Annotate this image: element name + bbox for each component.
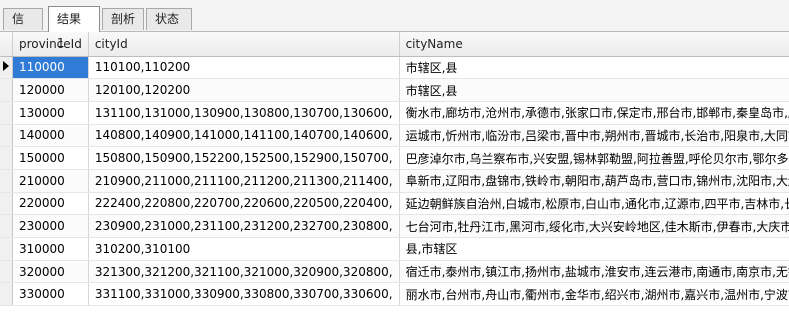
cell-provinceid[interactable]: 150000 (12, 146, 89, 170)
table-row[interactable]: 220000 222400,220800,220700,220600,220500… (0, 192, 789, 216)
table-row[interactable]: 120000 120100,120200 市辖区,县 (0, 78, 789, 102)
tab-status[interactable]: 状态 (146, 8, 192, 30)
result-grid[interactable]: provinceId cityId cityName 110000 110100,… (0, 32, 789, 312)
row-selector[interactable] (0, 282, 13, 307)
cell-cityname[interactable]: 巴彦淖尔市,乌兰察布市,兴安盟,锡林郭勒盟,阿拉善盟,呼伦贝尔市,鄂尔多斯市 (399, 146, 789, 170)
table-row[interactable]: 310000 310200,310100 县,市辖区 (0, 237, 789, 261)
row-selector[interactable] (0, 146, 13, 170)
row-selector[interactable] (0, 78, 13, 102)
cell-provinceid[interactable]: 330000 (12, 282, 89, 307)
row-selector[interactable] (0, 192, 13, 216)
table-row[interactable]: 130000 131100,131000,130900,130800,130700… (0, 101, 789, 125)
row-selector[interactable] (0, 101, 13, 125)
column-header-provinceid[interactable]: provinceId (12, 32, 89, 57)
table-row[interactable]: 330000 331100,331000,330900,330800,330700… (0, 282, 789, 307)
row-selector[interactable] (0, 260, 13, 284)
cell-cityname[interactable]: 延边朝鲜族自治州,白城市,松原市,白山市,通化市,辽源市,四平市,吉林市,长春市 (399, 192, 789, 216)
table-row[interactable]: 230000 230900,231000,231100,231200,232700… (0, 214, 789, 238)
cell-cityid[interactable]: 150800,150900,152200,152500,152900,15070… (88, 146, 400, 170)
header-row: provinceId cityId cityName (0, 32, 789, 57)
cell-cityid[interactable]: 140800,140900,141000,141100,140700,14060… (88, 124, 400, 148)
row-selector[interactable] (0, 237, 13, 261)
row-selector[interactable] (0, 124, 13, 148)
cell-provinceid[interactable]: 210000 (12, 169, 89, 193)
cell-cityname[interactable]: 市辖区,县 (399, 56, 789, 80)
cell-cityname[interactable]: 七台河市,牡丹江市,黑河市,绥化市,大兴安岭地区,佳木斯市,伊春市,大庆市,双鸭… (399, 214, 789, 238)
cell-provinceid[interactable]: 310000 (12, 237, 89, 261)
result-table: provinceId cityId cityName 110000 110100,… (0, 32, 789, 307)
cell-cityid[interactable]: 321300,321200,321100,321000,320900,32080… (88, 260, 400, 284)
cell-provinceid[interactable]: 140000 (12, 124, 89, 148)
cell-cityname[interactable]: 阜新市,辽阳市,盘锦市,铁岭市,朝阳市,葫芦岛市,营口市,锦州市,沈阳市,大连市 (399, 169, 789, 193)
table-row[interactable]: 140000 140800,140900,141000,141100,140700… (0, 124, 789, 148)
table-row[interactable]: 110000 110100,110200 市辖区,县 (0, 56, 789, 80)
cell-cityid[interactable]: 120100,120200 (88, 78, 400, 102)
table-row[interactable]: 320000 321300,321200,321100,321000,320900… (0, 260, 789, 284)
cell-cityname[interactable]: 宿迁市,泰州市,镇江市,扬州市,盐城市,淮安市,连云港市,南通市,南京市,无锡市 (399, 260, 789, 284)
cell-cityname[interactable]: 衡水市,廊坊市,沧州市,承德市,张家口市,保定市,邢台市,邯郸市,秦皇岛市,唐山… (399, 101, 789, 125)
tab-result-1[interactable]: 结果 1 (48, 6, 100, 50)
cell-provinceid[interactable]: 130000 (12, 101, 89, 125)
cell-cityid[interactable]: 222400,220800,220700,220600,220500,22040… (88, 192, 400, 216)
table-row[interactable]: 150000 150800,150900,152200,152500,152900… (0, 146, 789, 170)
cell-cityid[interactable]: 210900,211000,211100,211200,211300,21140… (88, 169, 400, 193)
current-row-arrow-icon (3, 61, 9, 72)
row-header-corner (0, 32, 13, 57)
row-selector[interactable] (0, 214, 13, 238)
table-row[interactable]: 210000 210900,211000,211100,211200,211300… (0, 169, 789, 193)
cell-cityname[interactable]: 市辖区,县 (399, 78, 789, 102)
column-header-cityid[interactable]: cityId (88, 32, 400, 57)
cell-provinceid[interactable]: 320000 (12, 260, 89, 284)
column-header-cityname[interactable]: cityName (399, 32, 789, 57)
tab-info[interactable]: 信息 (3, 8, 43, 47)
row-selector[interactable] (0, 169, 13, 193)
cell-provinceid[interactable]: 110000 (12, 56, 89, 80)
tab-profile[interactable]: 剖析 (102, 8, 144, 30)
cell-cityid[interactable]: 310200,310100 (88, 237, 400, 261)
cell-provinceid[interactable]: 220000 (12, 192, 89, 216)
cell-cityid[interactable]: 230900,231000,231100,231200,232700,23080… (88, 214, 400, 238)
cell-provinceid[interactable]: 120000 (12, 78, 89, 102)
cell-cityname[interactable]: 运城市,忻州市,临汾市,吕梁市,晋中市,朔州市,晋城市,长治市,阳泉市,大同市,… (399, 124, 789, 148)
result-tab-bar: 信息 结果 1 剖析 状态 (0, 0, 789, 50)
cell-cityname[interactable]: 县,市辖区 (399, 237, 789, 261)
cell-cityid[interactable]: 131100,131000,130900,130800,130700,13060… (88, 101, 400, 125)
cell-cityid[interactable]: 331100,331000,330900,330800,330700,33060… (88, 282, 400, 307)
cell-provinceid[interactable]: 230000 (12, 214, 89, 238)
row-selector[interactable] (0, 56, 13, 80)
tab-profile-label: 剖析 (111, 12, 136, 26)
cell-cityid[interactable]: 110100,110200 (88, 56, 400, 80)
tab-status-label: 状态 (155, 12, 180, 26)
cell-cityname[interactable]: 丽水市,台州市,舟山市,衢州市,金华市,绍兴市,湖州市,嘉兴市,温州市,宁波市 (399, 282, 789, 307)
